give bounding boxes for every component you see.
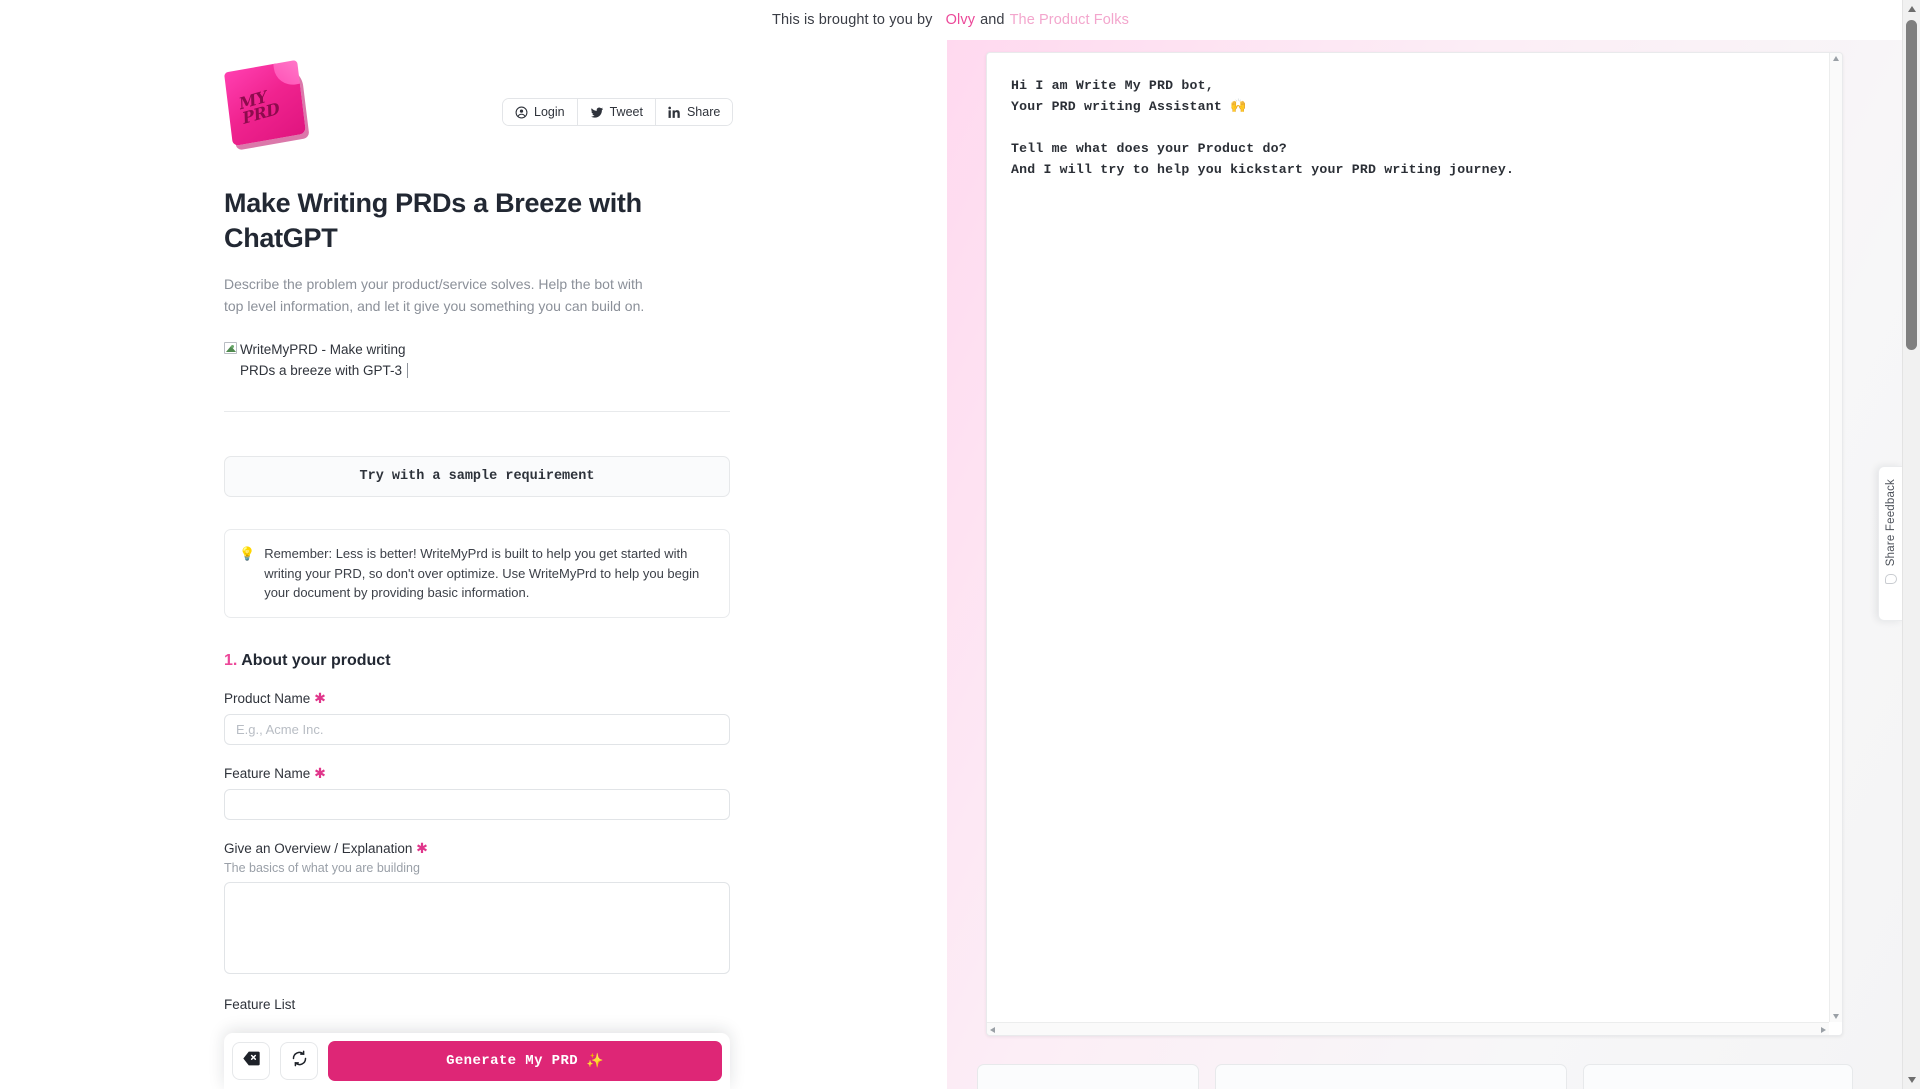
page-scrollbar-thumb[interactable] [1906,20,1917,350]
overview-textarea[interactable] [224,881,730,974]
page-scroll-down-arrow-icon[interactable] [1908,1077,1916,1083]
promo-link-product-folks[interactable]: The Product Folks [1009,12,1130,28]
required-marker: ✱ [416,839,428,856]
scroll-left-arrow-icon[interactable] [990,1027,995,1033]
field-feature-name: Feature Name ✱ [224,765,730,820]
logo-text: MY PRD [237,86,281,128]
hero-image-alt-text: WriteMyPRD - Make writing PRDs a breeze … [240,342,406,378]
chat-messages: Hi I am Write My PRD bot, Your PRD writi… [987,53,1829,1022]
lightbulb-icon: 💡 [239,546,256,561]
scroll-right-arrow-icon[interactable] [1821,1027,1826,1033]
page-scrollbar[interactable] [1902,0,1920,1089]
reset-form-button[interactable] [280,1042,318,1080]
scroll-up-arrow-icon[interactable] [1833,56,1839,61]
sparkles-icon: ✨ [586,1053,604,1070]
field-feature-name-label-text: Feature Name [224,765,311,781]
user-circle-icon [515,106,528,119]
page-scroll-up-arrow-icon[interactable] [1908,6,1916,12]
field-product-name: Product Name ✱ [224,690,730,745]
sticky-note-icon: MY PRD [224,59,306,147]
tweet-button-label: Tweet [609,105,643,119]
field-overview: Give an Overview / Explanation ✱ The bas… [224,840,730,979]
try-sample-requirement-button[interactable]: Try with a sample requirement [224,456,730,497]
chat-vertical-scrollbar[interactable] [1829,53,1842,1022]
promo-link-olvy[interactable]: Olvy [945,12,976,28]
feature-name-input[interactable] [224,788,730,820]
clear-form-button[interactable] [232,1042,270,1080]
peek-card[interactable] [1583,1064,1853,1089]
required-marker: ✱ [314,689,326,706]
chat-line: And I will try to help you kickstart you… [1011,162,1515,177]
field-feature-name-label: Feature Name ✱ [224,765,730,782]
product-name-input[interactable] [224,713,730,745]
generate-prd-label: Generate My PRD [446,1053,579,1069]
page-title: Make Writing PRDs a Breeze with ChatGPT [224,188,642,253]
field-overview-label-text: Give an Overview / Explanation [224,840,413,856]
chat-line: Your PRD writing Assistant 🙌 [1011,99,1247,114]
try-sample-requirement-label: Try with a sample requirement [359,469,595,484]
tweet-button[interactable]: Tweet [577,99,656,125]
field-feature-list-label: Feature List [224,996,296,1012]
speech-bubble-icon [1884,574,1897,585]
left-panel: MY PRD Login Tweet Share Make Writing PR… [0,40,947,1089]
share-feedback-tab[interactable]: Share Feedback [1878,466,1902,621]
tip-callout: 💡 Remember: Less is better! WriteMyPrd i… [224,529,730,618]
header-button-group: Login Tweet Share [502,98,734,126]
page-subtitle: Describe the problem your product/servic… [224,276,645,314]
form-section-title-text: About your product [241,651,391,669]
left-content: MY PRD Login Tweet Share Make Writing PR… [224,40,734,1012]
hero-image-broken: WriteMyPRD - Make writing PRDs a breeze … [224,339,424,381]
share-feedback-label: Share Feedback [1884,479,1897,567]
promo-banner: This is brought to you by Olvy and The P… [0,0,1902,40]
chat-horizontal-scrollbar[interactable] [987,1022,1829,1035]
scroll-down-arrow-icon[interactable] [1833,1014,1839,1019]
form-section-title: 1. About your product [224,652,730,670]
login-button[interactable]: Login [503,99,578,125]
chat-card: Hi I am Write My PRD bot, Your PRD writi… [986,52,1843,1036]
chat-line: Hi I am Write My PRD bot, [1011,78,1214,93]
field-overview-hint: The basics of what you are building [224,860,420,875]
app-root: This is brought to you by Olvy and The P… [0,0,1920,1089]
field-product-name-label-text: Product Name [224,690,311,706]
tip-text: Remember: Less is better! WriteMyPrd is … [264,546,700,600]
login-button-label: Login [534,105,565,119]
promo-prefix: This is brought to you by [772,12,933,28]
chat-line: Tell me what does your Product do? [1011,141,1287,156]
field-product-name-label: Product Name ✱ [224,690,730,707]
form-section-number: 1. [224,651,238,669]
text-caret [407,363,409,378]
right-panel: Hi I am Write My PRD bot, Your PRD writi… [947,40,1902,1089]
linkedin-icon [668,106,681,119]
below-fold-card-row [977,1064,1867,1089]
backspace-delete-icon [242,1051,260,1071]
peek-card[interactable] [1215,1064,1567,1089]
app-logo[interactable]: MY PRD [224,59,310,148]
share-button-label: Share [686,105,721,119]
promo-conjunction: and [980,12,1005,28]
section-divider [224,411,730,412]
form-action-bar: Generate My PRD ✨ [224,1033,730,1089]
broken-image-icon [224,342,237,354]
promo-space-1 [933,12,945,28]
peek-card[interactable] [977,1064,1199,1089]
refresh-icon [291,1050,308,1072]
field-overview-label: Give an Overview / Explanation ✱ [224,840,730,857]
twitter-icon [590,106,604,119]
share-button[interactable]: Share [655,99,733,125]
generate-prd-button[interactable]: Generate My PRD ✨ [328,1041,722,1081]
chat-line-gap [1011,117,1805,138]
required-marker: ✱ [314,764,326,781]
